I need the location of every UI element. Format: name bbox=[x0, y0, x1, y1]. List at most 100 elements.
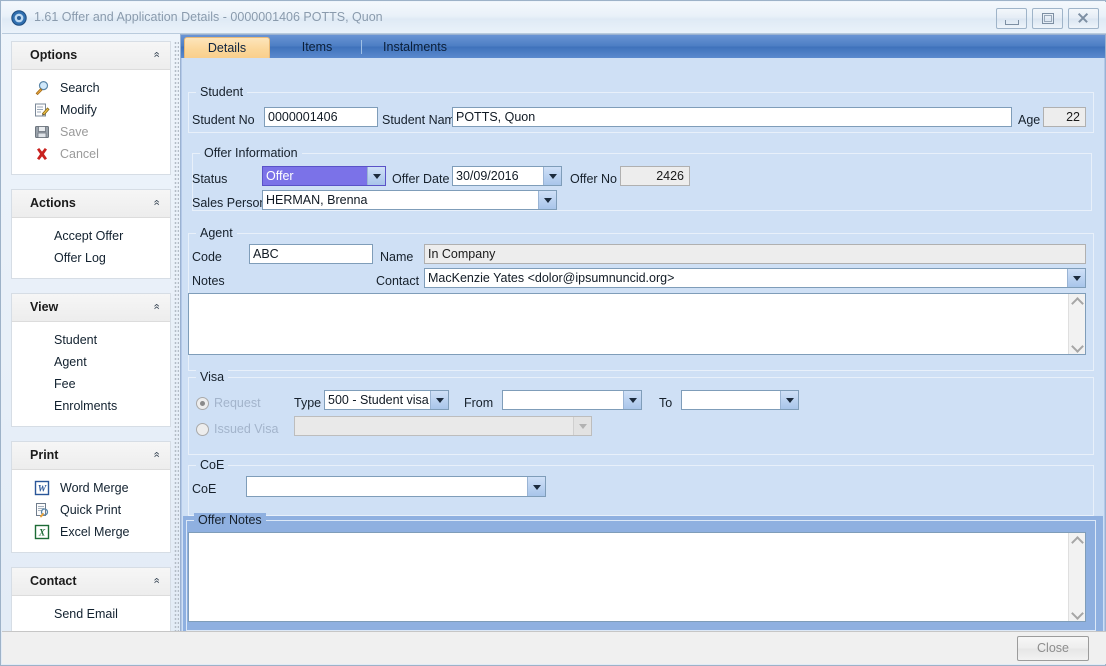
coe-dropdown[interactable] bbox=[246, 476, 546, 497]
sidebar-item-send-email[interactable]: Send Email bbox=[12, 603, 170, 625]
visa-to-datepicker[interactable] bbox=[681, 390, 799, 410]
visa-issued-label: Issued Visa bbox=[214, 422, 278, 436]
sidebar-group-view-header[interactable]: View « bbox=[12, 294, 170, 322]
tab-instalments[interactable]: Instalments bbox=[365, 37, 465, 58]
sidebar-item-excel-merge[interactable]: X Excel Merge bbox=[12, 521, 170, 543]
scroll-down-icon[interactable] bbox=[1069, 339, 1084, 354]
sales-person-value: HERMAN, Brenna bbox=[263, 191, 538, 209]
sidebar-item-quick-print[interactable]: Quick Print bbox=[12, 499, 170, 521]
chevron-down-icon[interactable] bbox=[780, 391, 798, 409]
offer-information-caption: Offer Information bbox=[200, 146, 302, 160]
student-group-caption: Student bbox=[196, 85, 247, 99]
sidebar-item-student[interactable]: Student bbox=[12, 329, 170, 351]
visa-request-radio[interactable] bbox=[196, 397, 209, 410]
offer-notes-textarea[interactable] bbox=[188, 532, 1086, 622]
sidebar-group-contact-body: Send Email bbox=[12, 596, 170, 634]
student-no-input[interactable]: 0000001406 bbox=[264, 107, 378, 127]
sidebar-group-actions-header[interactable]: Actions « bbox=[12, 190, 170, 218]
student-name-input[interactable]: POTTS, Quon bbox=[452, 107, 1012, 127]
offer-no-text: 2426 bbox=[656, 169, 684, 183]
scroll-up-icon[interactable] bbox=[1069, 294, 1084, 309]
sidebar-group-title: Options bbox=[30, 48, 77, 62]
word-icon: W bbox=[34, 480, 50, 496]
offer-no-value: 2426 bbox=[620, 166, 690, 186]
chevron-down-icon[interactable] bbox=[1067, 269, 1085, 287]
agent-notes-scrollbar[interactable] bbox=[1068, 294, 1085, 354]
sales-person-label: Sales Person bbox=[192, 196, 266, 210]
sidebar-item-label: Search bbox=[60, 81, 100, 95]
minimize-button[interactable] bbox=[996, 8, 1027, 29]
magnifier-icon bbox=[34, 80, 50, 96]
close-button[interactable]: Close bbox=[1017, 636, 1089, 661]
agent-code-label: Code bbox=[192, 250, 222, 264]
agent-contact-dropdown[interactable]: MacKenzie Yates <dolor@ipsumnuncid.org> bbox=[424, 268, 1086, 288]
maximize-icon bbox=[1042, 13, 1054, 24]
sidebar-group-print-header[interactable]: Print « bbox=[12, 442, 170, 470]
chevron-up-icon[interactable]: « bbox=[149, 51, 162, 57]
age-value: 22 bbox=[1043, 107, 1086, 127]
chevron-up-icon[interactable]: « bbox=[149, 199, 162, 205]
chevron-down-icon[interactable] bbox=[527, 477, 545, 496]
tab-details[interactable]: Details bbox=[184, 37, 270, 58]
visa-from-label: From bbox=[464, 396, 493, 410]
sidebar-item-offer-log[interactable]: Offer Log bbox=[12, 247, 170, 269]
chevron-down-icon[interactable] bbox=[538, 191, 556, 209]
visa-from-value bbox=[503, 391, 623, 409]
visa-request-label: Request bbox=[214, 396, 261, 410]
floppy-disk-icon bbox=[34, 124, 50, 140]
student-no-label: Student No bbox=[192, 113, 255, 127]
tab-label: Items bbox=[302, 40, 333, 54]
visa-to-label: To bbox=[659, 396, 672, 410]
sidebar-item-search[interactable]: Search bbox=[12, 77, 170, 99]
maximize-button[interactable] bbox=[1032, 8, 1063, 29]
offer-notes-caption: Offer Notes bbox=[194, 513, 266, 527]
agent-notes-textarea[interactable] bbox=[188, 293, 1086, 355]
offer-notes-scrollbar[interactable] bbox=[1068, 533, 1085, 621]
tab-items[interactable]: Items bbox=[274, 37, 360, 58]
sales-person-dropdown[interactable]: HERMAN, Brenna bbox=[262, 190, 557, 210]
status-value: Offer bbox=[263, 167, 367, 185]
sidebar-item-save[interactable]: Save bbox=[12, 121, 170, 143]
sidebar-item-label: Enrolments bbox=[54, 399, 117, 413]
sidebar-item-cancel[interactable]: Cancel bbox=[12, 143, 170, 165]
visa-issued-dropdown bbox=[294, 416, 592, 436]
sidebar-item-label: Agent bbox=[54, 355, 87, 369]
sidebar-item-accept-offer[interactable]: Accept Offer bbox=[12, 225, 170, 247]
coe-group-caption: CoE bbox=[196, 458, 228, 472]
excel-icon: X bbox=[34, 524, 50, 540]
sidebar-group-contact-header[interactable]: Contact « bbox=[12, 568, 170, 596]
chevron-down-icon[interactable] bbox=[367, 167, 385, 185]
visa-issued-radio[interactable] bbox=[196, 423, 209, 436]
offer-date-picker[interactable]: 30/09/2016 bbox=[452, 166, 562, 186]
sidebar-item-word-merge[interactable]: W Word Merge bbox=[12, 477, 170, 499]
offer-date-label: Offer Date bbox=[392, 172, 449, 186]
sidebar-item-enrolments[interactable]: Enrolments bbox=[12, 395, 170, 417]
sidebar-item-agent[interactable]: Agent bbox=[12, 351, 170, 373]
agent-code-input[interactable]: ABC bbox=[249, 244, 373, 264]
visa-type-dropdown[interactable]: 500 - Student visa bbox=[324, 390, 449, 410]
status-dropdown[interactable]: Offer bbox=[262, 166, 386, 186]
main-content: Details Items Instalments Student Studen… bbox=[180, 34, 1106, 635]
chevron-up-icon[interactable]: « bbox=[149, 577, 162, 583]
scroll-down-icon[interactable] bbox=[1069, 606, 1084, 621]
scroll-up-icon[interactable] bbox=[1069, 533, 1084, 548]
chevron-down-icon[interactable] bbox=[430, 391, 448, 409]
visa-group-caption: Visa bbox=[196, 370, 228, 384]
visa-type-label: Type bbox=[294, 396, 321, 410]
coe-label: CoE bbox=[192, 482, 216, 496]
age-label: Age bbox=[1018, 113, 1040, 127]
visa-from-datepicker[interactable] bbox=[502, 390, 642, 410]
sidebar-item-modify[interactable]: Modify bbox=[12, 99, 170, 121]
chevron-down-icon[interactable] bbox=[543, 167, 561, 185]
sidebar-splitter[interactable] bbox=[174, 41, 179, 641]
sidebar-group-view: View « Student Agent Fee Enrolments bbox=[11, 293, 171, 427]
chevron-up-icon[interactable]: « bbox=[149, 303, 162, 309]
chevron-down-icon[interactable] bbox=[623, 391, 641, 409]
agent-name-label: Name bbox=[380, 250, 413, 264]
details-form: Student Student No 0000001406 Student Na… bbox=[182, 58, 1104, 634]
student-name-label: Student Name bbox=[382, 113, 462, 127]
sidebar-group-options-header[interactable]: Options « bbox=[12, 42, 170, 70]
close-window-button[interactable] bbox=[1068, 8, 1099, 29]
chevron-up-icon[interactable]: « bbox=[149, 451, 162, 457]
sidebar-item-fee[interactable]: Fee bbox=[12, 373, 170, 395]
